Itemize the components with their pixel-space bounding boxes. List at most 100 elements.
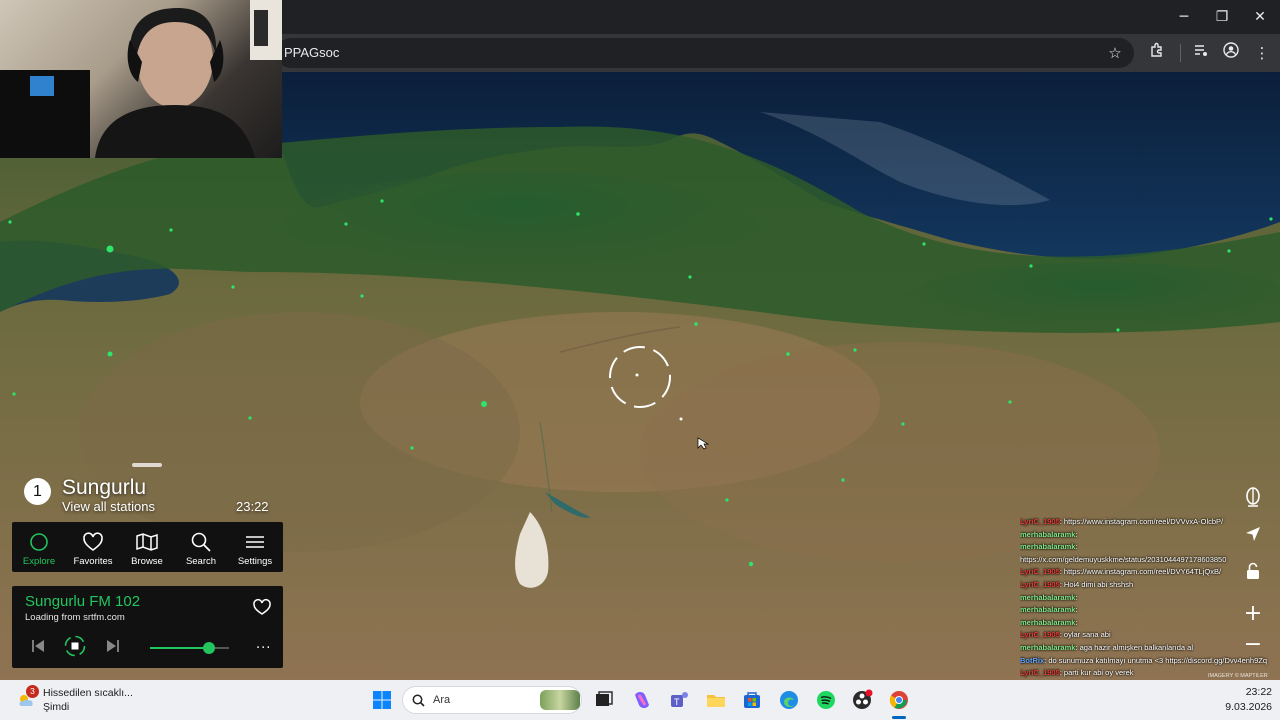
extensions-icon[interactable]	[1146, 42, 1168, 64]
taskbar-search[interactable]: Ara	[402, 686, 582, 714]
station-name: Sungurlu	[62, 476, 147, 499]
weather-subtext: Şimdi	[43, 701, 70, 713]
chat-text: : oylar sana abi	[1059, 630, 1111, 640]
more-options-button[interactable]: ···	[256, 641, 271, 656]
now-playing-status: Loading from srtfm.com	[25, 612, 125, 623]
chat-text: : aga hazir almişken balkanlarıda al	[1075, 642, 1194, 652]
chat-username: LyriC_1905	[1020, 630, 1060, 640]
menu-icon[interactable]: ⋮	[1251, 42, 1273, 64]
chat-username: LyriC_1905	[1020, 567, 1060, 577]
chat-username: merhabalaramk	[1020, 642, 1076, 652]
chat-message: LyriC_1905: https://www.instagram.com/re…	[1020, 516, 1278, 529]
chat-text: :	[1075, 529, 1078, 539]
volume-knob[interactable]	[203, 642, 216, 654]
previous-icon[interactable]	[29, 637, 47, 655]
address-url[interactable]: PPAGsoc	[284, 45, 339, 60]
volume-slider[interactable]	[150, 642, 229, 654]
close-button[interactable]: ✕	[1248, 6, 1272, 28]
chat-text: :	[1075, 592, 1078, 602]
chat-text: : parti kur abi oy verek	[1059, 668, 1134, 678]
chat-username: merhabalaramk	[1020, 592, 1076, 602]
file-explorer-icon[interactable]	[705, 689, 727, 711]
windows-start-icon[interactable]	[371, 689, 393, 711]
chat-username: merhabalaramk	[1020, 542, 1076, 552]
next-icon[interactable]	[104, 637, 122, 655]
chat-username: merhabalaramk	[1020, 529, 1076, 539]
chat-text: https://x.com/geldemuyuskkme/status/2031…	[1020, 554, 1227, 564]
volume-fill	[150, 647, 210, 649]
obs-icon[interactable]	[851, 689, 873, 711]
chat-message: merhabalaramk:	[1020, 592, 1278, 605]
svg-text:T: T	[674, 697, 680, 707]
nav-browse-label: Browse	[131, 556, 163, 567]
teams-icon[interactable]: T	[668, 689, 690, 711]
now-playing-card: Sungurlu FM 102 Loading from srtfm.com ·…	[12, 586, 283, 668]
nav-settings-label: Settings	[237, 556, 273, 567]
chat-message: https://x.com/geldemuyuskkme/status/2031…	[1020, 554, 1278, 567]
chat-text: : https://www.instagram.com/reel/DVY64TL…	[1059, 567, 1222, 577]
nav-settings[interactable]: Settings	[228, 522, 282, 572]
search-highlight-image	[540, 690, 580, 710]
chat-username: BotRix	[1020, 655, 1045, 665]
heart-icon	[83, 532, 103, 551]
chat-username: LyriC_1905	[1020, 579, 1060, 589]
chat-message: LyriC_1905: oylar sana abi	[1020, 629, 1278, 642]
taskbar-date[interactable]: 9.03.2026	[1206, 701, 1272, 713]
search-icon	[191, 532, 211, 552]
address-bar[interactable]: PPAGsoc	[276, 38, 1134, 68]
taskbar-search-placeholder: Ara	[433, 694, 451, 706]
edge-icon[interactable]	[778, 689, 800, 711]
menu-lines-icon	[246, 536, 264, 548]
map-attribution: IMAGERY © MAPTILER	[1208, 673, 1268, 679]
nav-search[interactable]: Search	[174, 522, 228, 572]
stop-icon[interactable]	[64, 635, 86, 657]
chat-message: BotRix: do sunumuza katılmayı unutma <3 …	[1020, 655, 1278, 668]
panel-drag-handle[interactable]	[132, 463, 162, 467]
chat-message: merhabalaramk:	[1020, 529, 1278, 542]
chat-message: merhabalaramk:	[1020, 604, 1278, 617]
chat-text: : https://www.instagram.com/reel/DVVvxA-…	[1059, 517, 1224, 526]
globe-icon[interactable]	[1240, 487, 1266, 513]
search-icon	[412, 694, 425, 707]
nav-explore-label: Explore	[22, 556, 56, 567]
copilot-icon[interactable]	[631, 689, 653, 711]
chrome-icon[interactable]	[888, 689, 910, 711]
favorite-heart-icon[interactable]	[252, 598, 272, 616]
toolbar-divider	[1180, 44, 1181, 62]
chat-message: merhabalaramk:	[1020, 617, 1278, 630]
station-local-time: 23:22	[236, 499, 269, 514]
maximize-button[interactable]: ❐	[1210, 6, 1234, 28]
task-view-icon[interactable]	[593, 689, 615, 711]
chat-text: :	[1075, 542, 1078, 552]
explore-circle-icon	[30, 533, 48, 551]
weather-notification-badge: 3	[26, 685, 39, 698]
nav-browse[interactable]: Browse	[120, 522, 174, 572]
chat-message: merhabalaramk:	[1020, 541, 1278, 554]
chat-username: LyriC_1905	[1020, 668, 1060, 678]
nav-search-label: Search	[185, 556, 217, 567]
map-icon	[136, 533, 158, 551]
chat-message: LyriC_1905: https://www.instagram.com/re…	[1020, 566, 1278, 579]
bookmark-star-icon[interactable]: ☆	[1104, 42, 1126, 64]
nav-explore[interactable]: Explore	[12, 522, 66, 572]
nav-favorites[interactable]: Favorites	[66, 522, 120, 572]
media-control-icon[interactable]	[1190, 42, 1212, 64]
chat-username: merhabalaramk	[1020, 617, 1076, 627]
microsoft-store-icon[interactable]	[741, 689, 763, 711]
now-playing-title: Sungurlu FM 102	[25, 593, 141, 610]
weather-text[interactable]: Hissedilen sıcaklı...	[43, 687, 133, 699]
chat-message: merhabalaramk: aga hazir almişken balkan…	[1020, 642, 1278, 655]
taskbar-clock[interactable]: 23:22	[1222, 686, 1272, 698]
spotify-icon[interactable]	[815, 689, 837, 711]
nav-favorites-label: Favorites	[73, 556, 113, 567]
chat-username: merhabalaramk	[1020, 605, 1076, 615]
station-number-badge: 1	[24, 478, 51, 505]
chat-text: :	[1075, 617, 1078, 627]
view-all-stations-link[interactable]: View all stations	[62, 499, 155, 514]
profile-icon[interactable]	[1220, 42, 1242, 64]
minimize-button[interactable]: ─	[1172, 6, 1196, 28]
windows-taskbar: 3 Hissedilen sıcaklı... Şimdi Ara T 23:2…	[0, 680, 1280, 720]
chat-text: : do sunumuza katılmayı unutma <3 https:…	[1044, 655, 1268, 665]
chat-text: : Hoi4 dimi abi shshsh	[1059, 579, 1134, 589]
bottom-nav: Explore Favorites Browse Search Settings	[12, 522, 283, 572]
